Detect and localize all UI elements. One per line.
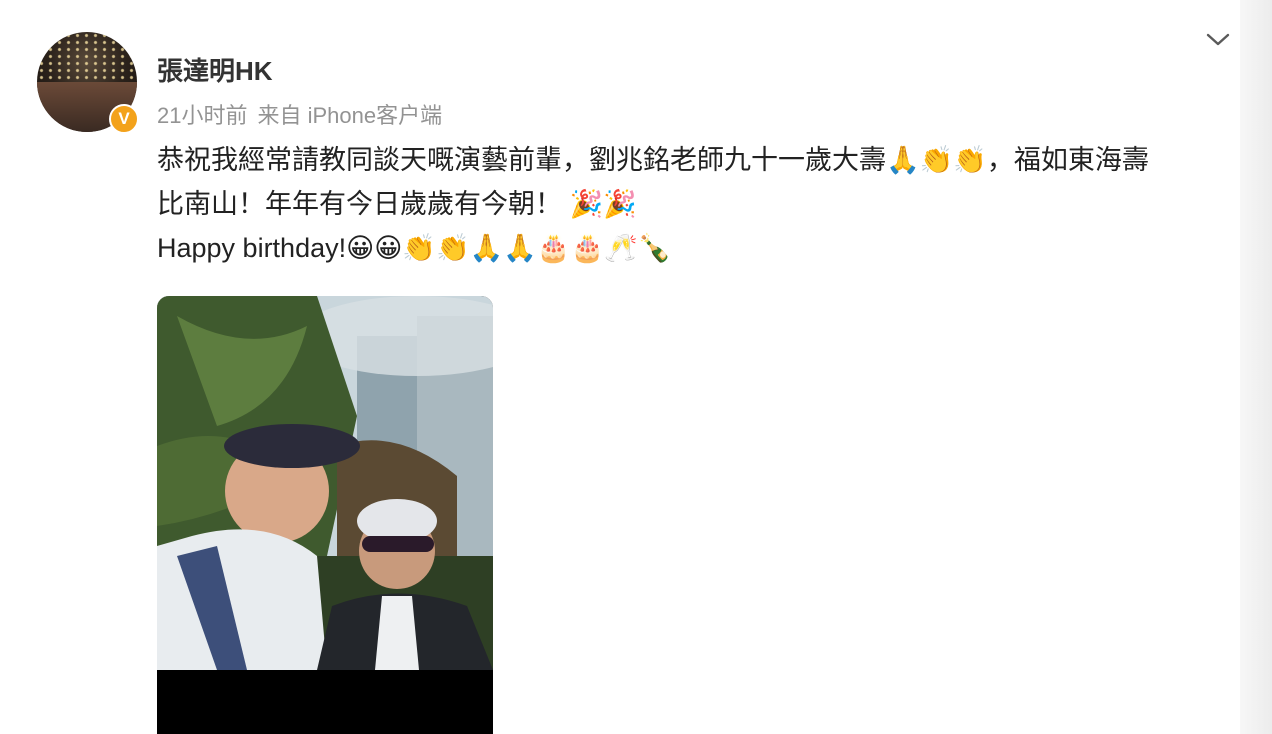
- post-text-line: 比南山！年年有今日歲歲有今朝！ 🎉🎉: [157, 189, 637, 219]
- post-time[interactable]: 21小时前: [157, 103, 247, 128]
- post-text-line: Happy birthday!😀😀👏👏🙏🙏🎂🎂🥂🍾: [157, 233, 672, 263]
- chevron-down-icon[interactable]: [1205, 28, 1231, 50]
- post-text: 恭祝我經常請教同談天嘅演藝前輩，劉兆銘老師九十一歲大壽🙏👏👏，福如東海壽 比南山…: [157, 138, 1232, 270]
- verified-badge-icon: V: [109, 104, 139, 134]
- post-text-line: 恭祝我經常請教同談天嘅演藝前輩，劉兆銘老師九十一歲大壽🙏👏👏，福如東海壽: [157, 145, 1149, 175]
- post-source: 来自 iPhone客户端: [257, 103, 443, 128]
- post-meta: 21小时前 来自 iPhone客户端: [157, 98, 442, 130]
- post-photo[interactable]: [157, 296, 493, 734]
- author-avatar[interactable]: V: [37, 32, 139, 134]
- scroll-edge: [1240, 0, 1272, 734]
- author-name[interactable]: 張達明HK: [157, 51, 273, 88]
